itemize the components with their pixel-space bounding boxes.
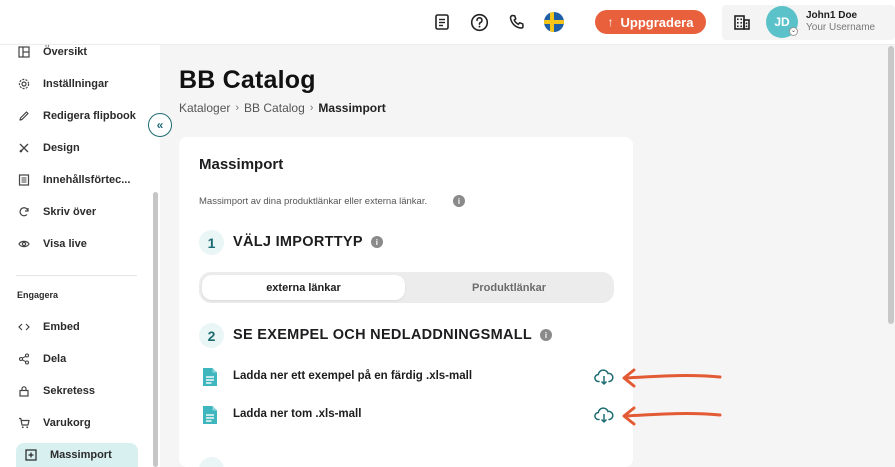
building-icon[interactable] — [733, 13, 751, 31]
sidebar-item-skriv-over[interactable]: Skriv över — [17, 200, 96, 224]
chevron-right-icon: › — [235, 102, 240, 114]
upgrade-button[interactable]: ↑ Uppgradera — [595, 10, 706, 34]
double-chevron-left-icon: « — [156, 118, 164, 132]
step-number: 1 — [199, 230, 224, 255]
sidebar-item-dela[interactable]: Dela — [17, 347, 66, 371]
lock-icon — [17, 384, 31, 398]
download-empty-template-link[interactable]: Ladda ner tom .xls-mall — [233, 408, 361, 420]
upgrade-label: Uppgradera — [620, 14, 694, 30]
sidebar: Översikt Inställningar Redigera flipbook… — [0, 45, 160, 467]
info-icon[interactable]: i — [370, 236, 383, 249]
download-icon[interactable] — [594, 406, 614, 424]
eye-icon — [17, 237, 31, 251]
sidebar-item-label: Dela — [43, 353, 67, 365]
phone-icon[interactable] — [506, 11, 528, 33]
download-row: Ladda ner tom .xls-mall — [199, 403, 619, 429]
sidebar-item-installningar[interactable]: Inställningar — [17, 72, 108, 96]
step-title: SE EXEMPEL OCH NEDLADDNINGSMALL i — [233, 327, 553, 343]
code-icon — [17, 320, 31, 334]
breadcrumb-kataloger[interactable]: Kataloger — [179, 101, 230, 115]
annotation-arrow — [622, 406, 722, 426]
sidebar-item-embed[interactable]: Embed — [17, 315, 80, 339]
sidebar-item-label: Inställningar — [43, 78, 109, 90]
help-icon[interactable] — [468, 11, 490, 33]
sidebar-item-label: Design — [43, 142, 80, 154]
share-icon — [17, 352, 31, 366]
gear-icon — [17, 77, 31, 91]
breadcrumb-current: Massimport — [318, 101, 386, 115]
sidebar-item-label: Sekretess — [43, 385, 95, 397]
sidebar-item-label: Redigera flipbook — [43, 110, 136, 122]
section-label-engagera: Engagera — [17, 290, 59, 300]
cart-icon — [17, 416, 31, 430]
sidebar-scrollbar[interactable] — [153, 192, 158, 467]
overview-icon — [17, 45, 31, 59]
spreadsheet-file-icon — [203, 368, 217, 386]
import-type-toggle: externa länkar Produktlänkar — [199, 272, 614, 303]
arrow-up-icon: ↑ — [607, 15, 614, 29]
sidebar-item-visa-live[interactable]: Visa live — [17, 232, 87, 256]
import-icon — [24, 448, 38, 462]
sidebar-item-innehallsforteckning[interactable]: Innehållsförtec... — [17, 168, 130, 192]
sidebar-item-label: Visa live — [43, 238, 87, 250]
download-icon[interactable] — [594, 368, 614, 386]
breadcrumb: Kataloger › BB Catalog › Massimport — [179, 101, 386, 115]
card-title: Massimport — [199, 156, 284, 173]
chevron-down-icon[interactable]: ⌄ — [789, 27, 798, 36]
info-icon[interactable]: i — [453, 195, 465, 207]
option-produktlankar[interactable]: Produktlänkar — [407, 275, 611, 300]
sidebar-item-label: Skriv över — [43, 206, 97, 218]
toc-icon — [17, 173, 31, 187]
step-title: VÄLJ IMPORTTYP i — [233, 234, 383, 250]
option-externa-lankar[interactable]: externa länkar — [202, 275, 405, 300]
document-icon[interactable] — [431, 11, 453, 33]
annotation-arrow — [622, 368, 722, 388]
step-title-text: VÄLJ IMPORTTYP — [233, 234, 363, 250]
sidebar-item-redigera-flipbook[interactable]: Redigera flipbook — [17, 104, 136, 128]
chevron-right-icon: › — [309, 102, 314, 114]
download-example-link[interactable]: Ladda ner ett exempel på en färdig .xls-… — [233, 370, 472, 382]
user-username: Your Username — [806, 22, 876, 33]
avatar-initials: JD — [774, 15, 790, 29]
sidebar-item-varukorg[interactable]: Varukorg — [17, 411, 91, 435]
refresh-icon — [17, 205, 31, 219]
sidebar-item-label: Innehållsförtec... — [43, 174, 131, 186]
sidebar-item-sekretess[interactable]: Sekretess — [17, 379, 95, 403]
top-header: ↑ Uppgradera JD ⌄ John1 Doe Your Usernam… — [0, 0, 895, 45]
page-title: BB Catalog — [179, 66, 316, 94]
sidebar-item-design[interactable]: Design — [17, 136, 80, 160]
design-icon — [17, 141, 31, 155]
step-title-text: SE EXEMPEL OCH NEDLADDNINGSMALL — [233, 327, 532, 343]
sweden-flag-icon[interactable] — [544, 12, 564, 32]
main-scrollbar[interactable] — [888, 46, 894, 324]
pencil-icon — [17, 109, 31, 123]
card-description: Massimport av dina produktlänkar eller e… — [199, 196, 428, 207]
sidebar-item-label: Översikt — [43, 46, 88, 58]
sidebar-divider — [16, 275, 137, 276]
step-number: 2 — [199, 323, 224, 348]
sidebar-item-massimport[interactable]: Massimport — [16, 443, 138, 467]
sidebar-item-label: Massimport — [50, 449, 112, 461]
sidebar-item-label: Varukorg — [43, 417, 91, 429]
collapse-sidebar-button[interactable]: « — [148, 113, 172, 137]
sidebar-item-label: Embed — [43, 321, 80, 333]
info-icon[interactable]: i — [540, 329, 553, 342]
download-row: Ladda ner ett exempel på en färdig .xls-… — [199, 365, 619, 391]
spreadsheet-file-icon — [203, 406, 217, 424]
breadcrumb-catalog[interactable]: BB Catalog — [244, 101, 305, 115]
user-name: John1 Doe — [806, 10, 858, 21]
